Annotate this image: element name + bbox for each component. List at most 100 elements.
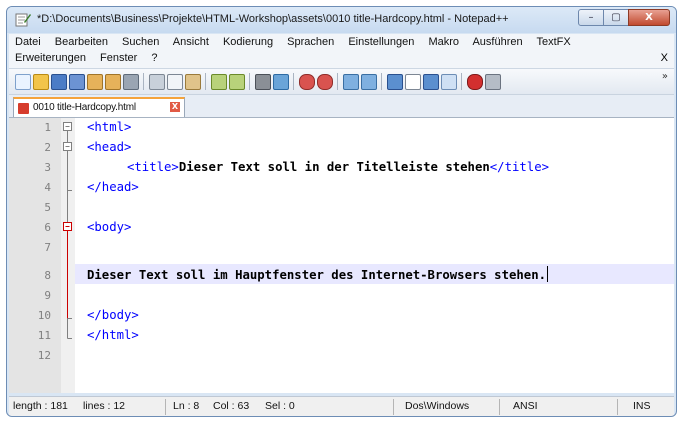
- redo-icon[interactable]: [229, 74, 245, 90]
- line-number: 2: [44, 141, 51, 154]
- code-line-4: </head>: [87, 180, 139, 194]
- menu-makro[interactable]: Makro: [428, 36, 459, 48]
- line-number: 1: [44, 121, 51, 134]
- menu-help[interactable]: ?: [151, 52, 157, 64]
- close-button[interactable]: X: [628, 9, 670, 26]
- menu-erweiterungen[interactable]: Erweiterungen: [15, 52, 86, 64]
- status-separator: [393, 399, 394, 415]
- close-all-icon[interactable]: [105, 74, 121, 90]
- zoom-out-icon[interactable]: [317, 74, 333, 90]
- title-close-tag: </title>: [489, 160, 550, 174]
- tab-bar: 0010 title-Hardcopy.html X: [9, 95, 674, 118]
- open-file-icon[interactable]: [33, 74, 49, 90]
- line-number: 11: [37, 329, 51, 342]
- menu-datei[interactable]: Datei: [15, 36, 41, 48]
- indent-guide-icon[interactable]: [423, 74, 439, 90]
- menu-kodierung[interactable]: Kodierung: [223, 36, 273, 48]
- line-number: 5: [44, 201, 51, 214]
- status-encoding: ANSI: [513, 400, 538, 412]
- status-column: Col : 63: [213, 400, 250, 412]
- menu-einstellungen[interactable]: Einstellungen: [348, 36, 414, 48]
- menu-fenster[interactable]: Fenster: [100, 52, 137, 64]
- status-lines: lines : 12: [83, 400, 126, 412]
- copy-icon[interactable]: [167, 74, 183, 90]
- save-all-icon[interactable]: [69, 74, 85, 90]
- new-file-icon[interactable]: [15, 74, 31, 90]
- menu-bearbeiten[interactable]: Bearbeiten: [55, 36, 108, 48]
- undo-icon[interactable]: [211, 74, 227, 90]
- code-line-6: <body>: [87, 220, 131, 234]
- menu-suchen[interactable]: Suchen: [122, 36, 159, 48]
- menu-textfx[interactable]: TextFX: [536, 36, 570, 48]
- line-number: 4: [44, 181, 51, 194]
- zoom-in-icon[interactable]: [299, 74, 315, 90]
- close-file-icon[interactable]: [87, 74, 103, 90]
- menu-ansicht[interactable]: Ansicht: [173, 36, 209, 48]
- find-icon[interactable]: [255, 74, 271, 90]
- body-close-tag: </body>: [87, 308, 139, 322]
- status-length: length : 181: [13, 400, 68, 412]
- toolbar-separator: [381, 73, 382, 90]
- status-line: Ln : 8: [173, 400, 200, 412]
- toolbar-separator: [249, 73, 250, 90]
- menu-ausfuehren[interactable]: Ausführen: [472, 36, 522, 48]
- print-icon[interactable]: [123, 74, 139, 90]
- text-caret: [547, 266, 549, 282]
- tab-label: 0010 title-Hardcopy.html: [33, 102, 136, 113]
- replace-icon[interactable]: [273, 74, 289, 90]
- code-line-1: <html>: [87, 120, 131, 134]
- head-close-tag: </head>: [87, 180, 139, 194]
- status-separator: [617, 399, 618, 415]
- status-bar: length : 181 lines : 12 Ln : 8 Col : 63 …: [9, 396, 674, 416]
- code-line-3: <title>Dieser Text soll in der Titelleis…: [127, 160, 549, 174]
- word-wrap-icon[interactable]: [387, 74, 403, 90]
- user-lang-icon[interactable]: [441, 74, 457, 90]
- toolbar-separator: [337, 73, 338, 90]
- title-text: Dieser Text soll in der Titelleiste steh…: [178, 160, 490, 174]
- minimize-button[interactable]: –: [578, 9, 604, 26]
- line-number: 9: [44, 289, 51, 302]
- code-line-11: </html>: [87, 328, 139, 342]
- html-close-tag: </html>: [87, 328, 139, 342]
- tab-close-icon[interactable]: X: [170, 102, 180, 112]
- toolbar-separator: [143, 73, 144, 90]
- code-line-2: <head>: [87, 140, 131, 154]
- record-macro-icon[interactable]: [467, 74, 483, 90]
- toolbar-separator: [293, 73, 294, 90]
- status-insert-mode: INS: [633, 400, 651, 412]
- line-number: 7: [44, 241, 51, 254]
- line-number: 6: [44, 221, 51, 234]
- toolbar-separator: [205, 73, 206, 90]
- title-open-tag: <title>: [127, 160, 179, 174]
- fold-markers[interactable]: [61, 118, 75, 378]
- title-bar[interactable]: *D:\Documents\Business\Projekte\HTML-Wor…: [7, 7, 676, 33]
- body-tag: <body>: [87, 220, 132, 234]
- cut-icon[interactable]: [149, 74, 165, 90]
- toolbar-separator: [461, 73, 462, 90]
- html-tag: <html>: [87, 120, 132, 134]
- save-icon[interactable]: [51, 74, 67, 90]
- notepad-app-icon: [15, 13, 31, 27]
- toolbar-overflow-icon[interactable]: »: [662, 71, 668, 82]
- window-title: *D:\Documents\Business\Projekte\HTML-Wor…: [37, 13, 509, 25]
- menu-sprachen[interactable]: Sprachen: [287, 36, 334, 48]
- menu-row-2: Erweiterungen Fenster ?: [15, 52, 168, 64]
- status-selection: Sel : 0: [265, 400, 295, 412]
- body-text: Dieser Text soll im Hauptfenster des Int…: [87, 268, 547, 282]
- close-document-button[interactable]: X: [661, 52, 668, 64]
- sync-vertical-icon[interactable]: [343, 74, 359, 90]
- menu-row-1: Datei Bearbeiten Suchen Ansicht Kodierun…: [15, 36, 582, 48]
- line-number: 12: [37, 349, 51, 362]
- stop-macro-icon[interactable]: [485, 74, 501, 90]
- editor-area[interactable]: 1 2 3 4 5 6 7 8 9 10 11 12 <html> <head>…: [9, 118, 674, 393]
- status-eol-format: Dos\Windows: [405, 400, 470, 412]
- tab-0010-title-hardcopy[interactable]: 0010 title-Hardcopy.html X: [13, 97, 185, 117]
- maximize-button[interactable]: ▢: [603, 9, 629, 26]
- sync-horizontal-icon[interactable]: [361, 74, 377, 90]
- code-line-10: </body>: [87, 308, 139, 322]
- paste-icon[interactable]: [185, 74, 201, 90]
- notepadpp-window: *D:\Documents\Business\Projekte\HTML-Wor…: [6, 6, 677, 417]
- show-all-chars-icon[interactable]: [405, 74, 421, 90]
- line-number: 3: [44, 161, 51, 174]
- status-separator: [165, 399, 166, 415]
